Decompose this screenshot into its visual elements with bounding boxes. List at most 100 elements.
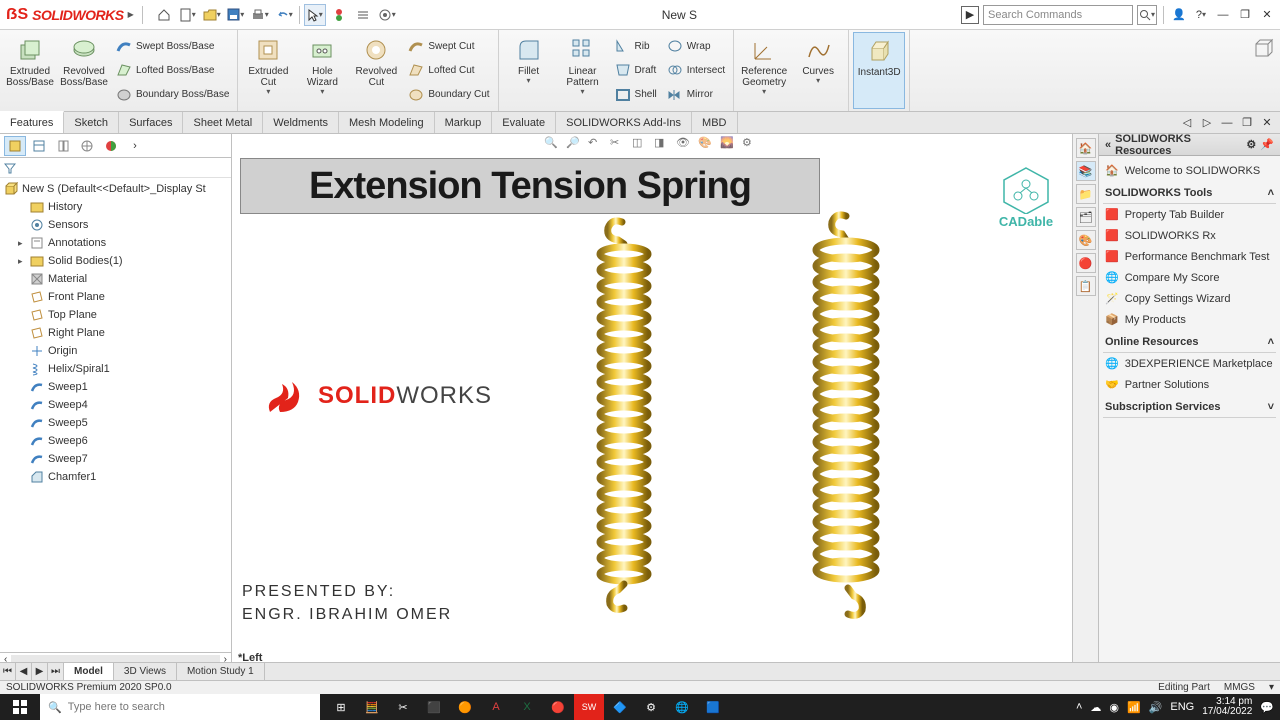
apply-scene-icon[interactable]: 🌄 (720, 136, 738, 154)
tray-wifi-icon[interactable]: 📶 (1127, 701, 1141, 714)
tab-mesh-modeling[interactable]: Mesh Modeling (339, 112, 435, 133)
ribbon-cube-icon[interactable] (1252, 36, 1274, 58)
print-icon[interactable]: ▾ (249, 4, 271, 26)
status-units[interactable]: MMGS (1224, 682, 1255, 693)
doc-next-icon[interactable]: ▷ (1198, 114, 1216, 132)
undo-icon[interactable]: ▾ (273, 4, 295, 26)
cmd-app-icon[interactable]: ⬛ (419, 694, 449, 720)
display-manager-tab-icon[interactable] (100, 136, 122, 156)
extruded-boss-button[interactable]: Extruded Boss/Base (4, 32, 56, 109)
home-pane-icon[interactable]: 🏠 (1076, 138, 1096, 158)
lofted-cut-button[interactable]: Lofted Cut (404, 58, 493, 82)
tab-sketch[interactable]: Sketch (64, 112, 119, 133)
autocad-app-icon[interactable]: A (481, 694, 511, 720)
3d-views-tab[interactable]: 3D Views (114, 663, 177, 680)
tree-item[interactable]: Helix/Spiral1 (0, 360, 231, 378)
copy-settings-link[interactable]: 🪄Copy Settings Wizard (1103, 288, 1276, 309)
settings-icon[interactable]: ▾ (376, 4, 398, 26)
welcome-link[interactable]: 🏠Welcome to SOLIDWORKS (1103, 160, 1276, 181)
swept-boss-button[interactable]: Swept Boss/Base (112, 34, 233, 58)
doc-minimize-icon[interactable]: — (1218, 114, 1236, 132)
boundary-boss-button[interactable]: Boundary Boss/Base (112, 83, 233, 107)
display-style-icon[interactable]: ◨ (654, 136, 672, 154)
revolved-cut-button[interactable]: Revolved Cut (350, 32, 402, 109)
tree-item[interactable]: Sweep7 (0, 450, 231, 468)
user-icon[interactable]: 👤 (1170, 6, 1188, 24)
snip-app-icon[interactable]: ✂ (388, 694, 418, 720)
opera-app-icon[interactable]: 🔴 (543, 694, 573, 720)
tree-item[interactable]: Sweep1 (0, 378, 231, 396)
home-icon[interactable] (153, 4, 175, 26)
tree-item[interactable]: Sweep5 (0, 414, 231, 432)
rebuild-icon[interactable] (328, 4, 350, 26)
feature-manager-tab-icon[interactable] (4, 136, 26, 156)
tab-mbd[interactable]: MBD (692, 112, 737, 133)
appearances-icon[interactable]: 🔴 (1076, 253, 1096, 273)
solidworks-app-icon[interactable]: SW (574, 694, 604, 720)
calculator-app-icon[interactable]: 🧮 (357, 694, 387, 720)
property-manager-tab-icon[interactable] (28, 136, 50, 156)
tab-addins[interactable]: SOLIDWORKS Add-Ins (556, 112, 692, 133)
status-chevron-icon[interactable]: ▾ (1269, 682, 1274, 693)
lofted-boss-button[interactable]: Lofted Boss/Base (112, 58, 233, 82)
tree-item[interactable]: Material (0, 270, 231, 288)
start-button[interactable] (0, 694, 40, 720)
filter-icon[interactable] (4, 162, 16, 174)
tab-evaluate[interactable]: Evaluate (492, 112, 556, 133)
prev-view-icon[interactable]: ↶ (588, 136, 606, 154)
extruded-cut-button[interactable]: Extruded Cut▾ (242, 32, 294, 109)
tray-volume-icon[interactable]: 🔊 (1149, 701, 1163, 714)
settings-app-icon[interactable]: ⚙ (636, 694, 666, 720)
new-icon[interactable]: ▾ (177, 4, 199, 26)
chrome-app-icon[interactable]: 🌐 (667, 694, 697, 720)
custom-props-icon[interactable]: 📋 (1076, 276, 1096, 296)
mirror-button[interactable]: Mirror (663, 83, 729, 107)
pin-icon[interactable]: 📌 (1260, 138, 1274, 151)
tray-nvidia-icon[interactable]: ◉ (1109, 701, 1119, 714)
open-icon[interactable]: ▾ (201, 4, 223, 26)
instant3d-button[interactable]: Instant3D (853, 32, 905, 109)
db-app-icon[interactable]: 🟦 (698, 694, 728, 720)
property-tab-builder-link[interactable]: 🟥Property Tab Builder (1103, 204, 1276, 225)
options-list-icon[interactable] (352, 4, 374, 26)
tree-item[interactable]: ▸Solid Bodies(1) (0, 252, 231, 270)
doc-prev-icon[interactable]: ◁ (1178, 114, 1196, 132)
tree-item[interactable]: Front Plane (0, 288, 231, 306)
task-view-icon[interactable]: ⊞ (326, 694, 356, 720)
design-library-icon[interactable]: 📁 (1076, 184, 1096, 204)
save-icon[interactable]: ▾ (225, 4, 247, 26)
graphics-viewport[interactable]: 🔍 🔎 ↶ ✂ ◫ ◨ 👁 🎨 🌄 ⚙ Extension Tension Sp… (232, 134, 1072, 666)
search-commands-play-icon[interactable]: ▶ (961, 6, 979, 24)
tree-item[interactable]: Sensors (0, 216, 231, 234)
wrap-button[interactable]: Wrap (663, 34, 729, 58)
partner-solutions-link[interactable]: 🤝Partner Solutions (1103, 374, 1276, 395)
revolved-boss-button[interactable]: Revolved Boss/Base (58, 32, 110, 109)
section-view-icon[interactable]: ✂ (610, 136, 628, 154)
tools-section-header[interactable]: SOLIDWORKS Tools˄ (1103, 181, 1276, 204)
marketplace-link[interactable]: 🌐3DEXPERIENCE Marketplace (1103, 353, 1276, 374)
boundary-cut-button[interactable]: Boundary Cut (404, 83, 493, 107)
tab-last-icon[interactable]: ⏭ (48, 663, 64, 680)
tree-item[interactable]: ▸Annotations (0, 234, 231, 252)
tree-item[interactable]: History (0, 198, 231, 216)
taskbar-search[interactable]: 🔍Type here to search (40, 694, 320, 720)
tree-root[interactable]: New S (Default<<Default>_Display St (0, 180, 231, 198)
tray-chevron-icon[interactable]: ˄ (1076, 701, 1082, 713)
search-commands-input[interactable]: Search Commands (983, 5, 1133, 25)
swept-cut-button[interactable]: Swept Cut (404, 34, 493, 58)
notifications-icon[interactable]: 💬 (1260, 701, 1274, 714)
online-section-header[interactable]: Online Resources˄ (1103, 330, 1276, 353)
tray-lang[interactable]: ENG (1170, 701, 1194, 713)
tray-cloud-icon[interactable]: ☁ (1090, 701, 1101, 714)
tab-next-icon[interactable]: ▶ (32, 663, 48, 680)
restore-button[interactable]: ❐ (1236, 6, 1254, 24)
tree-item[interactable]: Sweep6 (0, 432, 231, 450)
shell-button[interactable]: Shell (611, 83, 661, 107)
motion-study-tab[interactable]: Motion Study 1 (177, 663, 265, 680)
subs-section-header[interactable]: Subscription Services˅ (1103, 395, 1276, 418)
video-app-icon[interactable]: 🔷 (605, 694, 635, 720)
close-button[interactable]: ✕ (1258, 6, 1276, 24)
select-icon[interactable]: ▾ (304, 4, 326, 26)
tree-item[interactable]: Chamfer1 (0, 468, 231, 486)
file-explorer-icon[interactable]: 🗂 (1076, 207, 1096, 227)
